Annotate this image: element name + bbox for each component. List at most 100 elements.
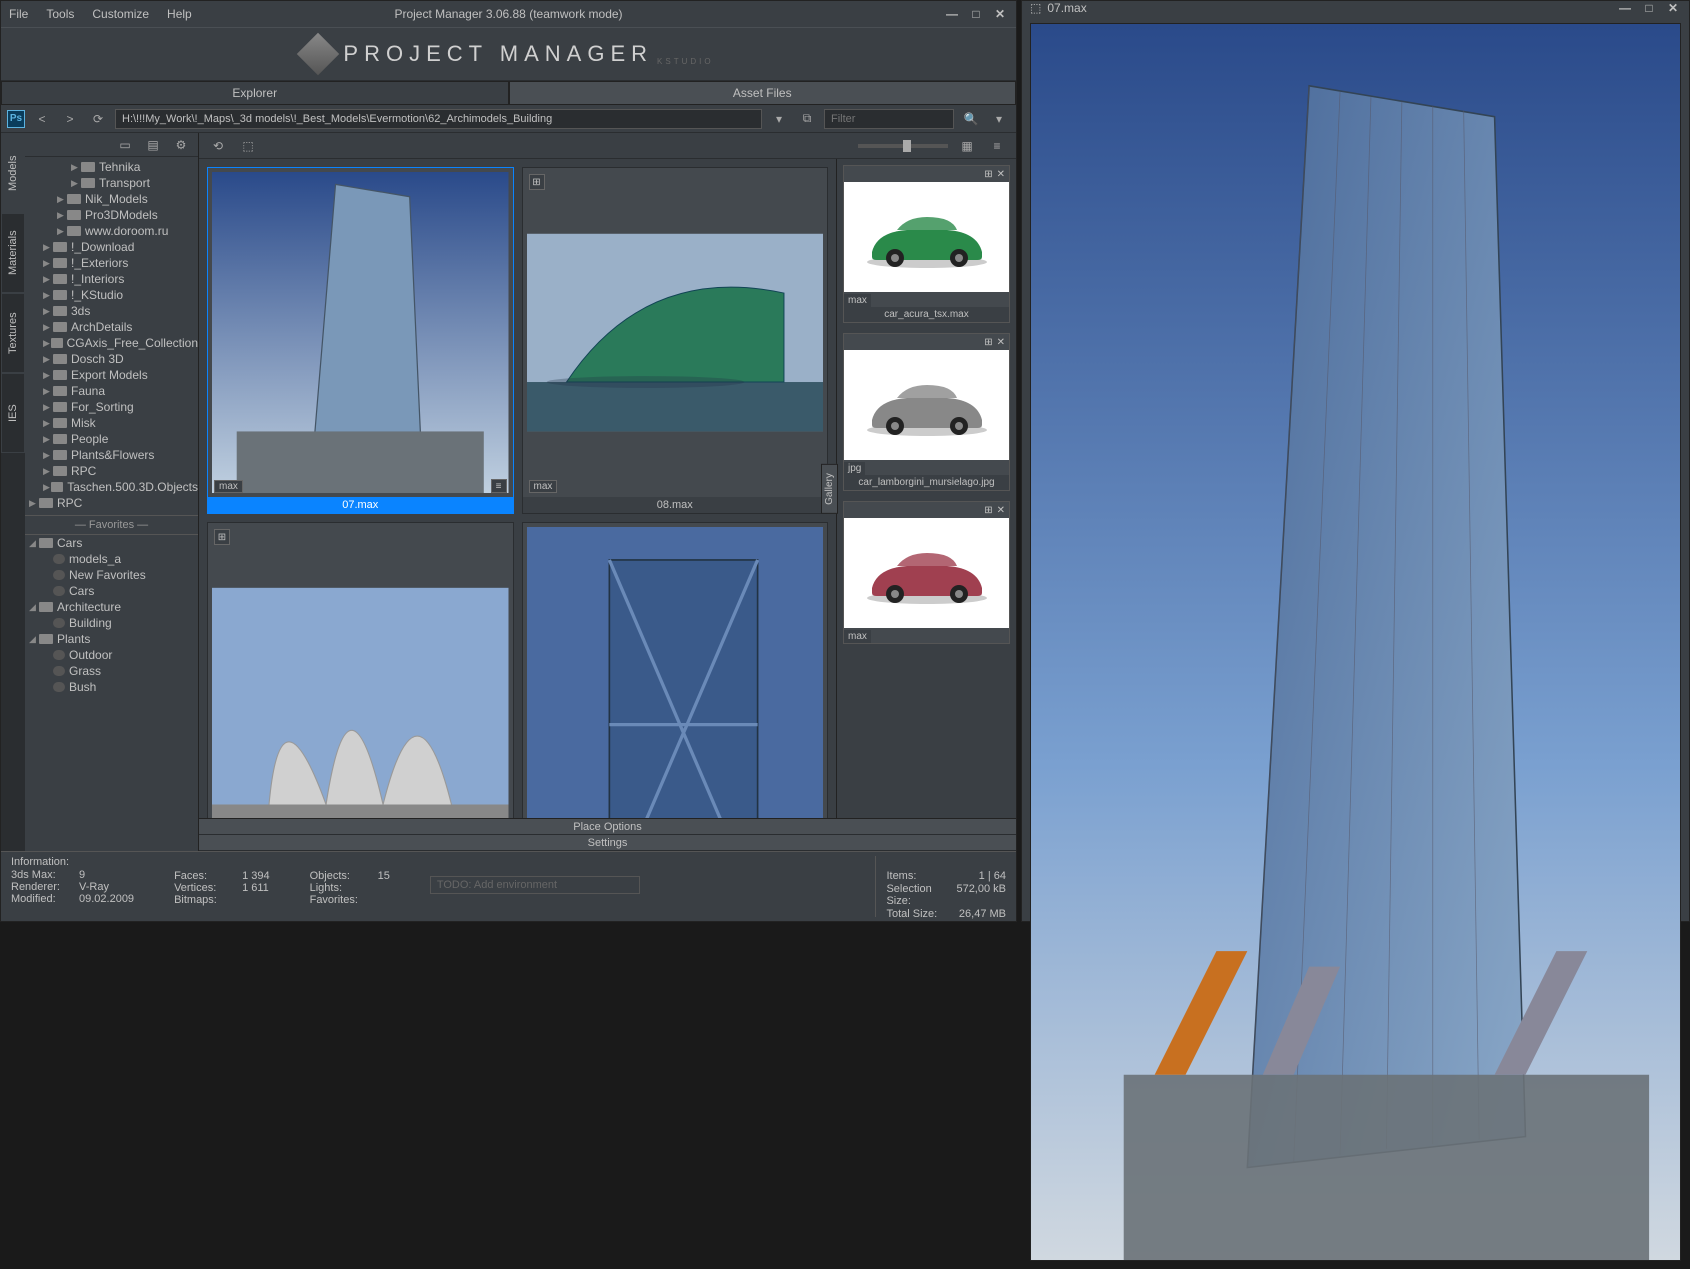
refresh-button[interactable]: ⟳ [87,109,109,129]
place-options-bar[interactable]: Place Options [199,819,1016,835]
gallery-panel: Gallery ⊞✕ max car_acura_tsx.max⊞✕ jpg c… [836,159,1016,818]
menu-file[interactable]: File [9,7,28,21]
favorite-item[interactable]: ◢Architecture [25,599,198,615]
favorite-item[interactable]: Bush [25,679,198,695]
tree-item[interactable]: ▶!_Exteriors [25,255,198,271]
close-icon[interactable]: ✕ [997,169,1005,180]
tree-item[interactable]: ▶ArchDetails [25,319,198,335]
favorite-item[interactable]: New Favorites [25,567,198,583]
side-tab-textures[interactable]: Textures [1,293,25,373]
thumb-size-slider[interactable] [858,144,948,148]
grid-icon[interactable]: ⊞ [984,505,992,516]
tree-item[interactable]: ▶People [25,431,198,447]
gallery-item[interactable]: ⊞✕ max [843,501,1010,644]
preview-window: ⬚ 07.max — □ ✕ [1021,0,1690,922]
info-row: Items:1 | 64 [886,870,1006,882]
nav-back-button[interactable]: < [31,109,53,129]
side-tab-materials[interactable]: Materials [1,213,25,293]
main-window: File Tools Customize Help Project Manage… [0,0,1017,922]
gallery-tab[interactable]: Gallery [821,464,838,514]
tree-settings-button[interactable]: ⚙ [170,135,192,155]
tree-item[interactable]: ▶3ds [25,303,198,319]
path-dropdown-button[interactable]: ▾ [768,109,790,129]
tree-item[interactable]: ▶Plants&Flowers [25,447,198,463]
grid-icon[interactable]: ⊞ [984,337,992,348]
favorite-item[interactable]: ◢Cars [25,535,198,551]
preview-close-button[interactable]: ✕ [1665,1,1681,15]
tree-item[interactable]: ▶CGAxis_Free_Collection [25,335,198,351]
grid-view-button[interactable]: ▦ [956,136,978,156]
window-title: Project Manager 3.06.88 (teamwork mode) [394,7,622,21]
logo-banner: PROJECT MANAGER KSTUDIO [1,27,1016,81]
main-tabs: Explorer Asset Files [1,81,1016,105]
menu-help[interactable]: Help [167,7,192,21]
info-header: Information: [11,856,134,868]
copy-path-button[interactable]: ⧉ [796,109,818,129]
tree-item[interactable]: ▶!_Download [25,239,198,255]
side-tab-ies[interactable]: IES [1,373,25,453]
favorite-item[interactable]: Cars [25,583,198,599]
thumbnail-card[interactable]: ⊞ [207,522,514,818]
tree-item[interactable]: ▶Fauna [25,383,198,399]
tree-item[interactable]: ▶!_Interiors [25,271,198,287]
ext-badge: max [214,480,243,493]
close-icon[interactable]: ✕ [997,505,1005,516]
favorite-item[interactable]: models_a [25,551,198,567]
search-button[interactable]: 🔍 [960,109,982,129]
gallery-item-name: car_acura_tsx.max [844,307,1009,322]
sort-button[interactable]: ≡ [986,136,1008,156]
todo-box[interactable]: TODO: Add environment [430,876,640,894]
maximize-button[interactable]: □ [968,7,984,21]
folder-tree[interactable]: ▶Tehnika▶Transport▶Nik_Models▶Pro3DModel… [25,157,198,851]
grid-icon[interactable]: ⊞ [984,169,992,180]
tree-item[interactable]: ▶Taschen.500.3D.Objects [25,479,198,495]
close-button[interactable]: ✕ [992,7,1008,21]
preview-maximize-button[interactable]: □ [1641,1,1657,15]
settings-bar[interactable]: Settings [199,835,1016,851]
thumbnail-card[interactable]: ⊞ max ≡ 07.max [207,167,514,514]
minimize-button[interactable]: — [944,7,960,21]
tree-item[interactable]: ▶Misk [25,415,198,431]
favorite-item[interactable]: ◢Plants [25,631,198,647]
search-dropdown-button[interactable]: ▾ [988,109,1010,129]
info-row: Vertices:1 611 [174,882,270,894]
tree-item[interactable]: ▶www.doroom.ru [25,223,198,239]
info-row: Lights: [310,882,390,894]
favorite-item[interactable]: Outdoor [25,647,198,663]
tree-item[interactable]: ▶RPC [25,495,198,511]
favorite-item[interactable]: Grass [25,663,198,679]
tree-item[interactable]: ▶Transport [25,175,198,191]
tree-item[interactable]: ▶Dosch 3D [25,351,198,367]
preview-minimize-button[interactable]: — [1617,1,1633,15]
tree-item[interactable]: ▶Pro3DModels [25,207,198,223]
favorite-item[interactable]: Building [25,615,198,631]
tree-item[interactable]: ▶Tehnika [25,159,198,175]
thumbnail-card[interactable]: ⊞ [522,522,829,818]
gallery-item[interactable]: ⊞✕ max car_acura_tsx.max [843,165,1010,323]
photoshop-icon[interactable]: Ps [7,110,25,128]
tree-item[interactable]: ▶Nik_Models [25,191,198,207]
reload-thumbs-button[interactable]: ⟲ [207,136,229,156]
tree-view-btn1[interactable]: ▭ [114,135,136,155]
path-input[interactable] [115,109,762,129]
tree-item[interactable]: ▶Export Models [25,367,198,383]
menu-icon[interactable]: ≡ [491,479,507,493]
logo-icon [297,33,339,75]
tab-asset-files[interactable]: Asset Files [509,81,1017,105]
menu-customize[interactable]: Customize [92,7,149,21]
close-icon[interactable]: ✕ [997,337,1005,348]
gallery-item[interactable]: ⊞✕ jpg car_lamborgini_mursielago.jpg [843,333,1010,491]
tree-item[interactable]: ▶!_KStudio [25,287,198,303]
tab-explorer[interactable]: Explorer [1,81,509,105]
thumbnail-card[interactable]: ⊞ max 08.max [522,167,829,514]
preview-cube-icon: ⬚ [1030,1,1041,15]
tree-item[interactable]: ▶RPC [25,463,198,479]
tree-view-btn2[interactable]: ▤ [142,135,164,155]
info-row: Faces:1 394 [174,870,270,882]
thumb-mode-button[interactable]: ⬚ [237,136,259,156]
filter-input[interactable] [824,109,954,129]
side-tab-models[interactable]: Models [1,133,25,213]
tree-item[interactable]: ▶For_Sorting [25,399,198,415]
nav-forward-button[interactable]: > [59,109,81,129]
menu-tools[interactable]: Tools [46,7,74,21]
